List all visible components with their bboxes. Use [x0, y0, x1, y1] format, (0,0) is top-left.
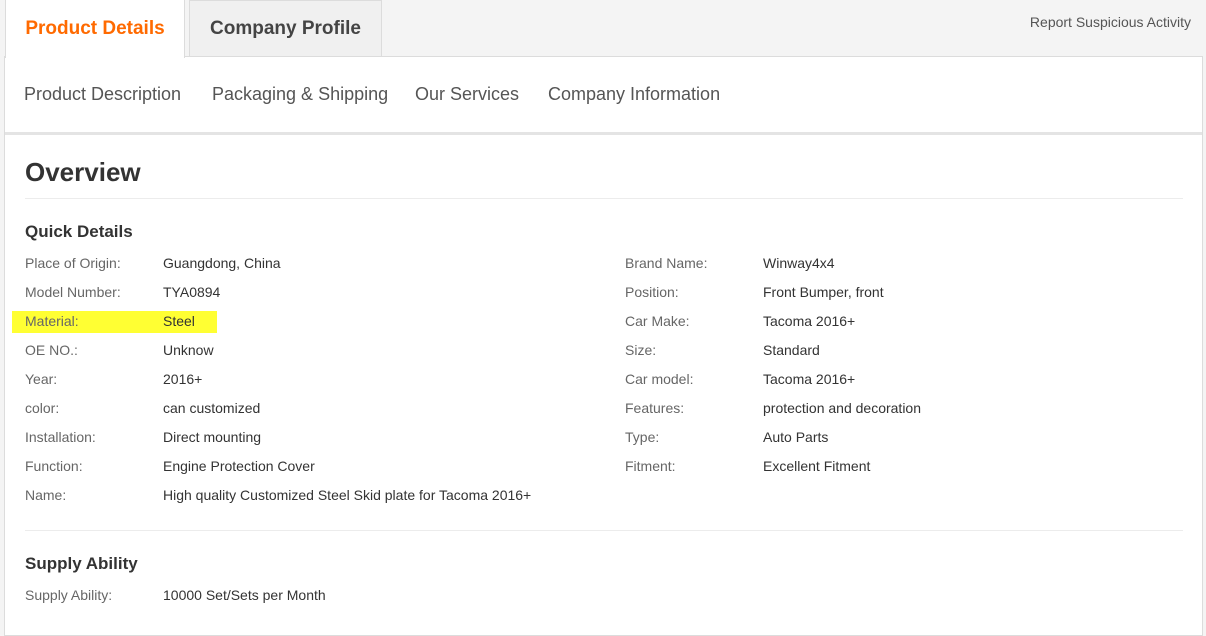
detail-label: Name: [25, 487, 67, 503]
product-details-panel: Product Description Packaging & Shipping… [4, 56, 1203, 636]
detail-label: Type: [625, 429, 660, 445]
detail-label: Car model: [625, 371, 694, 387]
detail-label: Installation: [25, 429, 96, 445]
detail-label: Brand Name: [625, 255, 708, 271]
detail-label: Place of Origin: [25, 255, 121, 271]
detail-label: Material: [25, 313, 79, 329]
detail-value: Unknow [163, 342, 214, 358]
section-subnav: Product Description Packaging & Shipping… [5, 57, 1202, 135]
detail-label: Position: [625, 284, 679, 300]
subnav-our-services[interactable]: Our Services [415, 84, 519, 105]
report-suspicious-activity-link[interactable]: Report Suspicious Activity [1030, 14, 1191, 30]
detail-value: 10000 Set/Sets per Month [163, 587, 326, 603]
divider [25, 530, 1183, 531]
detail-value: Standard [763, 342, 820, 358]
detail-value: Steel [163, 313, 195, 329]
overview-title: Overview [25, 157, 141, 187]
supply-ability-title: Supply Ability [25, 554, 138, 573]
detail-label: Year: [25, 371, 58, 387]
subnav-packaging-shipping[interactable]: Packaging & Shipping [212, 84, 388, 105]
divider [25, 198, 1183, 199]
detail-label: Car Make: [625, 313, 690, 329]
quick-details-title: Quick Details [25, 222, 133, 241]
detail-label: Fitment: [625, 458, 676, 474]
subnav-product-description[interactable]: Product Description [24, 84, 181, 105]
detail-label: Size: [625, 342, 657, 358]
tab-product-details[interactable]: Product Details [5, 0, 185, 58]
detail-value: Guangdong, China [163, 255, 281, 271]
detail-value: High quality Customized Steel Skid plate… [163, 487, 532, 503]
detail-value: Engine Protection Cover [163, 458, 315, 474]
tab-company-profile[interactable]: Company Profile [189, 0, 382, 57]
subnav-company-information[interactable]: Company Information [548, 84, 720, 105]
detail-value: 2016+ [163, 371, 203, 387]
detail-value: TYA0894 [163, 284, 221, 300]
detail-value: can customized [163, 400, 261, 416]
detail-value: Tacoma 2016+ [763, 313, 856, 329]
detail-label: Features: [625, 400, 685, 416]
detail-value: Tacoma 2016+ [763, 371, 856, 387]
top-tab-bar: Product Details Company Profile Report S… [0, 0, 1206, 58]
detail-value: Auto Parts [763, 429, 829, 445]
detail-value: Winway4x4 [763, 255, 835, 271]
detail-label: Function: [25, 458, 83, 474]
detail-label: Supply Ability: [25, 587, 113, 603]
detail-value: Excellent Fitment [763, 458, 871, 474]
detail-label: color: [25, 400, 60, 416]
detail-label: OE NO.: [25, 342, 78, 358]
detail-label: Model Number: [25, 284, 121, 300]
detail-value: Direct mounting [163, 429, 262, 445]
detail-value: Front Bumper, front [763, 284, 884, 300]
detail-value: protection and decoration [763, 400, 921, 416]
